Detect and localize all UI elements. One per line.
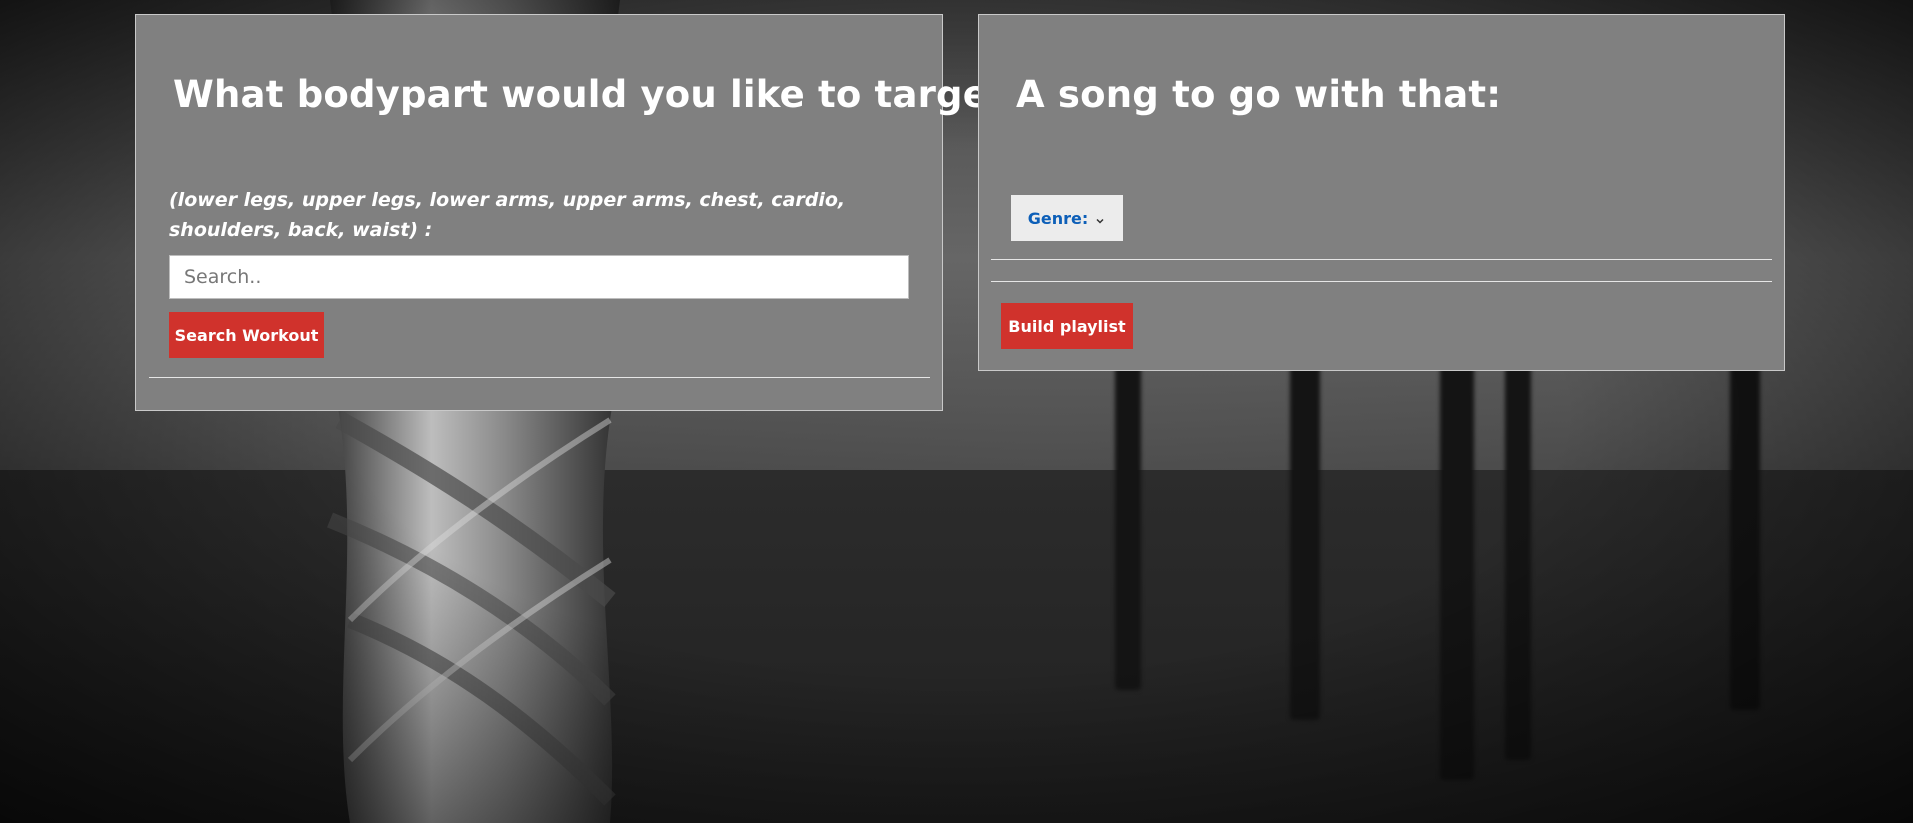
workout-panel-title: What bodypart would you like to target?: [173, 73, 1028, 116]
bodypart-search-input[interactable]: [169, 255, 909, 299]
search-workout-button[interactable]: Search Workout: [169, 312, 324, 358]
divider: [149, 377, 930, 378]
genre-dropdown[interactable]: Genre:: [1011, 195, 1123, 241]
bodypart-hint: (lower legs, upper legs, lower arms, upp…: [169, 189, 846, 241]
workout-search-panel: What bodypart would you like to target? …: [135, 14, 1027, 411]
divider: [991, 281, 1772, 282]
song-panel: A song to go with that: Genre: Build pla…: [978, 14, 1785, 371]
song-panel-title: A song to go with that:: [1016, 73, 1502, 116]
genre-dropdown-label: Genre:: [1027, 208, 1089, 228]
divider: [991, 259, 1772, 260]
build-playlist-button[interactable]: Build playlist: [1001, 303, 1133, 349]
chevron-down-icon: [1094, 212, 1106, 224]
